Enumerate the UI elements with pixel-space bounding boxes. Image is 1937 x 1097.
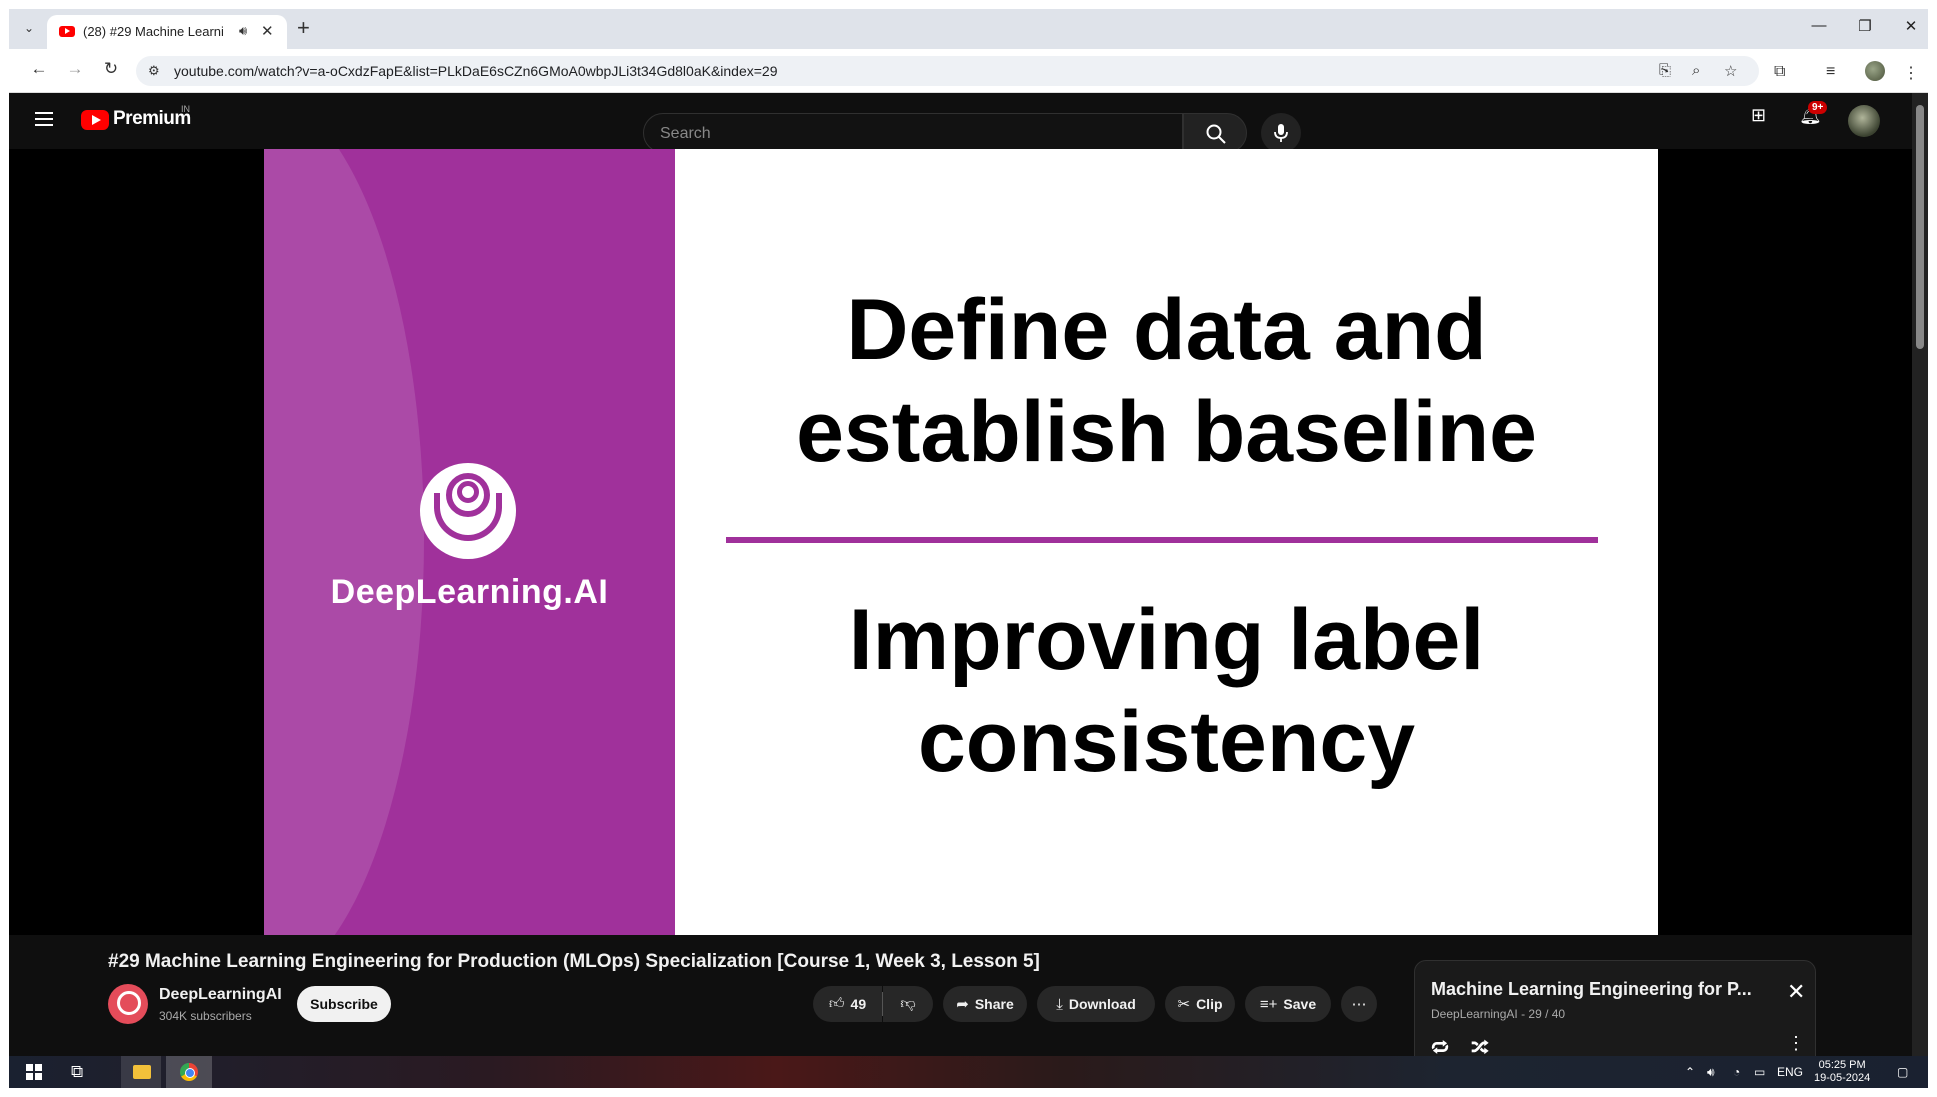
toolbar: ← → ↻ ⚙︎ youtube.com/watch?v=a-oCxdzFapE… [9,49,1928,93]
back-icon[interactable]: ← [27,59,51,79]
speaker-icon[interactable]: 🔊︎ [239,23,247,39]
search-input[interactable] [660,124,1160,144]
video-player[interactable]: DeepLearning.AI Define data and establis… [9,149,1912,935]
playlist-menu-icon[interactable]: ⋮ [1787,1033,1805,1054]
brand-text[interactable]: Premium [113,108,191,130]
clock[interactable]: 05:25 PM 19-05-2024 [1814,1059,1870,1085]
clock-time: 05:25 PM [1818,1059,1866,1071]
decorative-wave [264,149,424,935]
clip-button[interactable]: ✂ Clip [1165,986,1235,1022]
search-button[interactable] [1183,113,1247,153]
tab-title: (28) #29 Machine Learning [83,24,223,39]
scissors-icon: ✂ [1177,996,1191,1013]
create-video-icon[interactable]: ⊞ [1751,105,1766,126]
clip-label: Clip [1196,996,1223,1012]
site-info-icon[interactable]: ⚙︎ [148,63,160,79]
network-icon[interactable]: ◔ [1733,1065,1740,1079]
search-icon [1206,124,1226,144]
voice-search-button[interactable] [1261,113,1301,153]
download-label: Download [1068,996,1136,1012]
chrome-icon [180,1063,198,1081]
subscribe-button[interactable]: Subscribe [297,986,391,1022]
address-bar[interactable]: ⚙︎ youtube.com/watch?v=a-oCxdzFapE&list=… [136,56,1759,86]
video-frame: DeepLearning.AI Define data and establis… [264,149,1658,935]
extensions-icon[interactable]: ⧉ [1774,63,1785,81]
chrome-taskbar-button[interactable] [166,1056,212,1088]
clock-date: 19-05-2024 [1814,1072,1871,1084]
deeplearning-logo-icon [420,463,516,559]
windows-start-icon[interactable] [26,1064,42,1080]
share-label: Share [974,996,1014,1012]
new-tab-icon[interactable]: + [297,15,310,41]
add-to-playlist-icon: ≡+ [1259,995,1278,1013]
reload-icon[interactable]: ↻ [99,59,123,79]
download-button[interactable]: ⤓ Download [1037,986,1155,1022]
page-scrollbar[interactable] [1912,93,1928,1067]
battery-icon[interactable]: ▭ [1754,1065,1765,1079]
notification-center-icon[interactable]: ▢ [1897,1065,1908,1079]
close-tab-icon[interactable]: ✕ [261,22,274,40]
download-icon: ⤓ [1056,995,1063,1013]
volume-icon[interactable]: 🔊︎ [1707,1065,1715,1080]
subscriber-count: 304K subscribers [159,1009,252,1023]
youtube-logo-icon[interactable] [81,110,109,130]
media-control-icon[interactable]: ≡ [1826,63,1835,81]
save-label: Save [1283,996,1317,1012]
browser-tab[interactable]: (28) #29 Machine Learning 🔊︎ ✕ [47,15,287,49]
scrollbar-thumb[interactable] [1916,105,1924,349]
browser-window: ⌄ (28) #29 Machine Learning 🔊︎ ✕ + — ❐ ✕… [9,9,1928,1088]
slide-heading-secondary: Improving label consistency [848,592,1485,790]
restore-icon[interactable]: ❐ [1855,17,1875,35]
slide-heading-primary: Define data and establish baseline [796,282,1537,480]
menu-kebab-icon[interactable]: ⋮ [1903,63,1919,83]
forward-icon[interactable]: → [63,59,87,79]
language-indicator[interactable]: ENG [1777,1065,1803,1079]
region-code: IN [181,104,190,114]
install-app-icon[interactable]: ⎘ [1659,62,1671,79]
minimize-icon[interactable]: — [1809,17,1829,34]
share-button[interactable]: ➦ Share [943,986,1027,1022]
tab-strip: ⌄ (28) #29 Machine Learning 🔊︎ ✕ + — ❐ ✕ [9,9,1928,49]
zoom-icon[interactable]: ⌕ [1692,62,1700,79]
close-window-icon[interactable]: ✕ [1901,17,1921,35]
video-title: #29 Machine Learning Engineering for Pro… [108,951,1040,972]
notification-badge: 9+ [1808,101,1828,114]
channel-avatar[interactable] [108,984,148,1024]
bookmark-star-icon[interactable]: ☆ [1724,62,1737,80]
youtube-masthead: Premium IN ⊞ 🔔︎ 9+ [9,93,1912,153]
close-icon[interactable]: ✕ [1787,979,1805,1005]
search-box [643,113,1183,153]
account-avatar[interactable] [1848,105,1880,137]
hamburger-menu-icon[interactable] [35,112,53,126]
more-horizontal-icon: ⋯ [1351,996,1367,1013]
url-text[interactable]: youtube.com/watch?v=a-oCxdzFapE&list=PLk… [174,63,778,79]
tab-search-icon[interactable]: ⌄ [19,18,39,38]
thumbs-up-icon: 👍︎ [828,995,845,1012]
playlist-meta: DeepLearningAI - 29 / 40 [1431,1007,1566,1021]
slide-logo-text: DeepLearning.AI [330,573,609,611]
windows-taskbar: ⧉ ⌃ 🔊︎ ◔ ▭ ENG 05:25 PM 19-05-2024 ▢ [9,1056,1928,1088]
more-actions-button[interactable]: ⋯ [1341,986,1377,1022]
microphone-icon [1274,124,1288,142]
like-button[interactable]: 👍︎ 49 [813,986,882,1022]
slide-brand-panel: DeepLearning.AI [264,149,675,935]
dislike-button[interactable]: 👎︎ [883,986,933,1022]
task-view-icon[interactable]: ⧉ [71,1062,83,1082]
share-arrow-icon: ➦ [956,996,969,1013]
youtube-favicon-icon [59,26,75,37]
tray-chevron-icon[interactable]: ⌃ [1685,1065,1695,1079]
profile-avatar[interactable] [1865,61,1885,81]
slide-divider [726,537,1598,543]
like-count: 49 [850,996,867,1012]
save-button[interactable]: ≡+ Save [1245,986,1331,1022]
playlist-title[interactable]: Machine Learning Engineering for P... [1431,979,1771,1000]
channel-name[interactable]: DeepLearningAI [159,986,282,1004]
thumbs-down-icon: 👎︎ [900,995,916,1012]
file-explorer-icon[interactable] [121,1056,161,1088]
